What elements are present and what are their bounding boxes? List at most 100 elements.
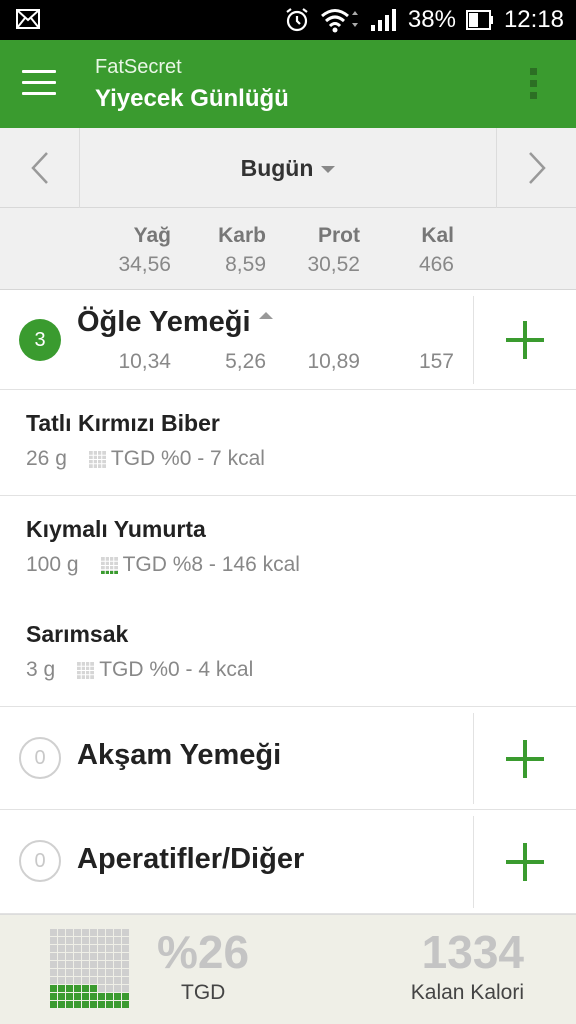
menu-icon[interactable] (22, 70, 56, 96)
rdi-meter-cell (74, 945, 81, 952)
meal-title-wrapper: Öğle Yemeği (77, 306, 273, 339)
protein-label: Prot (318, 224, 360, 247)
rdi-meter-cell (58, 937, 65, 944)
date-navigator: Bugün (0, 128, 576, 208)
clock: 12:18 (503, 6, 564, 33)
food-name: Kıymalı Yumurta (26, 516, 206, 542)
meal-snacks[interactable]: 0 Aperatifler/Diğer (0, 810, 576, 914)
carb-value: 8,59 (225, 253, 266, 276)
chevron-right-icon (528, 152, 546, 184)
rdi-meter-cell (106, 969, 113, 976)
calorie-total: Kal 466 (419, 224, 454, 277)
rdi-meter-cell (114, 985, 121, 992)
rdi-meter-cell (106, 937, 113, 944)
rdi-grid-icon (100, 556, 118, 574)
carb-label: Karb (218, 224, 266, 247)
rdi-meter-cell (90, 1001, 97, 1008)
rdi-meter-cell (114, 953, 121, 960)
rdi-meter-icon (50, 929, 129, 1008)
rdi-meter-cell (58, 945, 65, 952)
rdi-meter-cell (82, 953, 89, 960)
rdi-meter-cell (122, 985, 129, 992)
rdi-meter-cell (122, 977, 129, 984)
rdi-meter-cell (90, 929, 97, 936)
rdi-meter-cell (66, 961, 73, 968)
app-name: FatSecret (95, 56, 182, 78)
rdi-meter-cell (114, 945, 121, 952)
add-food-button[interactable] (473, 296, 576, 384)
food-info: TGD %0 - 7 kcal (110, 447, 265, 470)
date-label: Bugün (240, 154, 314, 181)
chevron-up-icon[interactable] (258, 311, 273, 319)
rdi-meter-cell (74, 937, 81, 944)
food-item[interactable]: Kıymalı Yumurta 100 g TGD %8 - 146 kcal (0, 496, 576, 602)
rdi-meter-cell (98, 929, 105, 936)
rdi-meter-cell (58, 985, 65, 992)
app-bar: FatSecret Yiyecek Günlüğü (0, 40, 576, 128)
rdi-meter-cell (122, 937, 129, 944)
date-selector[interactable]: Bugün (80, 128, 496, 208)
add-food-button[interactable] (473, 816, 576, 908)
chevron-down-icon (321, 165, 336, 173)
rdi-meter-cell (122, 1001, 129, 1008)
plus-icon (506, 843, 544, 881)
food-name: Sarımsak (26, 621, 129, 647)
daily-summary: %26 TGD 1334 Kalan Kalori (0, 914, 576, 1024)
rdi-meter-cell (98, 945, 105, 952)
rdi-meter-cell (74, 985, 81, 992)
wifi-icon (320, 9, 358, 33)
meal-count-badge: 0 (19, 737, 61, 779)
rdi-meter-cell (90, 953, 97, 960)
rdi-meter-cell (66, 1001, 73, 1008)
remaining-calories-label: Kalan Kalori (410, 981, 524, 1004)
rdi-meter-cell (66, 945, 73, 952)
rdi-meter-cell (122, 961, 129, 968)
nutrition-totals: Yağ 34,56 Karb 8,59 Prot 30,52 Kal 466 (0, 208, 576, 290)
rdi-meter-cell (98, 1001, 105, 1008)
rdi-meter-cell (58, 953, 65, 960)
status-bar: 38% 12:18 (0, 0, 576, 40)
meal-carb: 5,26 (225, 350, 266, 373)
rdi-meter-cell (90, 977, 97, 984)
rdi-meter-cell (122, 969, 129, 976)
rdi-meter-cell (74, 929, 81, 936)
rdi-meter-cell (98, 985, 105, 992)
food-info: TGD %8 - 146 kcal (122, 553, 300, 576)
rdi-meter-cell (50, 929, 57, 936)
rdi-meter-cell (90, 969, 97, 976)
meal-dinner[interactable]: 0 Akşam Yemeği (0, 707, 576, 810)
rdi-meter-cell (90, 961, 97, 968)
rdi-percent: %26 (157, 926, 250, 978)
food-item[interactable]: Sarımsak 3 g TGD %0 - 4 kcal (0, 601, 576, 707)
rdi-grid-icon (77, 661, 95, 679)
food-quantity: 100 g (26, 553, 79, 576)
rdi-meter-cell (50, 985, 57, 992)
rdi-meter-cell (90, 937, 97, 944)
rdi-meter-cell (74, 993, 81, 1000)
meal-title: Öğle Yemeği (77, 306, 251, 338)
rdi-meter-cell (50, 937, 57, 944)
previous-day-button[interactable] (0, 128, 80, 208)
meal-fat: 10,34 (118, 350, 171, 373)
meal-lunch[interactable]: 3 Öğle Yemeği 10,34 5,26 10,89 157 (0, 290, 576, 390)
food-item[interactable]: Tatlı Kırmızı Biber 26 g TGD %0 - 7 kcal (0, 390, 576, 496)
rdi-meter-cell (82, 969, 89, 976)
rdi-meter-cell (58, 929, 65, 936)
meal-protein: 10,89 (307, 350, 360, 373)
rdi-meter-cell (66, 985, 73, 992)
food-detail: 100 g TGD %8 - 146 kcal (26, 553, 300, 577)
rdi-meter-cell (90, 993, 97, 1000)
overflow-icon[interactable] (530, 68, 538, 102)
rdi-meter-cell (58, 1001, 65, 1008)
rdi-meter-cell (114, 977, 121, 984)
next-day-button[interactable] (496, 128, 576, 208)
rdi-meter-cell (82, 945, 89, 952)
rdi-meter-cell (66, 937, 73, 944)
rdi-meter-cell (106, 985, 113, 992)
rdi-meter-cell (50, 953, 57, 960)
rdi-meter-cell (50, 993, 57, 1000)
rdi-meter-cell (74, 961, 81, 968)
rdi-meter-cell (82, 977, 89, 984)
add-food-button[interactable] (473, 713, 576, 804)
protein-total: Prot 30,52 (307, 224, 360, 277)
